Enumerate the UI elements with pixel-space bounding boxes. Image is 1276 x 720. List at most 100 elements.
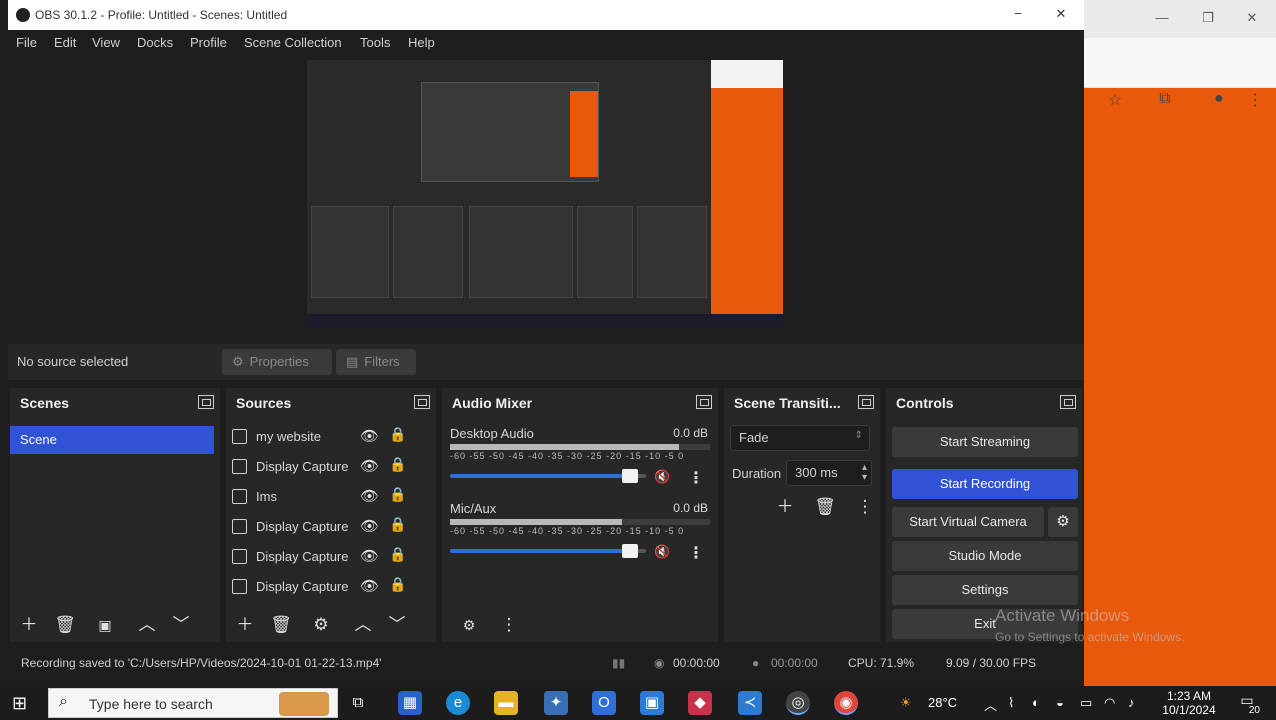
minimize-icon[interactable]: —	[1152, 10, 1172, 28]
duration-spinbox[interactable]: 300 ms ▴ ▾	[786, 460, 872, 486]
source-item[interactable]: Display Capture 👁 🔒	[226, 542, 422, 572]
app-icon[interactable]: ✦	[544, 691, 568, 715]
move-up-icon[interactable]: ︿	[352, 614, 374, 636]
wifi-icon[interactable]: ◠	[1104, 695, 1115, 711]
desktop-audio-volume-slider[interactable]	[450, 469, 646, 483]
background-browser-window[interactable]: — ❐ ✕ ☆ ⧉ ● ⋮	[1084, 0, 1276, 686]
undock-icon[interactable]	[198, 395, 214, 409]
menu-scene-collection[interactable]: Scene Collection	[244, 35, 342, 50]
start-streaming-button[interactable]: Start Streaming	[892, 427, 1078, 457]
filters-button[interactable]: ▤ Filters	[336, 349, 416, 375]
lock-icon[interactable]: 🔒	[389, 516, 406, 533]
notifications-icon[interactable]: ▭ 20	[1234, 692, 1262, 716]
undock-icon[interactable]	[696, 395, 712, 409]
start-recording-button[interactable]: Start Recording	[892, 469, 1078, 499]
mixer-menu-icon[interactable]: ⋮	[498, 614, 520, 636]
file-explorer-icon[interactable]: ▬	[494, 691, 518, 715]
add-scene-icon[interactable]: ＋	[18, 614, 40, 636]
network-icon[interactable]: ⌇	[1008, 695, 1014, 711]
tray-app-icon[interactable]: ◐	[1032, 695, 1040, 710]
settings-button[interactable]: Settings	[892, 575, 1078, 605]
eye-icon[interactable]: 👁	[360, 457, 379, 475]
menu-view[interactable]: View	[92, 35, 120, 50]
obs-taskbar-icon[interactable]: ◎	[786, 691, 810, 715]
menu-edit[interactable]: Edit	[54, 35, 76, 50]
lock-icon[interactable]: 🔒	[389, 486, 406, 503]
outlook-icon[interactable]: O	[592, 691, 616, 715]
lock-icon[interactable]: 🔒	[389, 456, 406, 473]
scene-filters-icon[interactable]: ▣	[94, 614, 116, 636]
lock-icon[interactable]: 🔒	[389, 546, 406, 563]
lock-icon[interactable]: 🔒	[389, 576, 406, 593]
source-item[interactable]: Display Capture 👁 🔒	[226, 512, 422, 542]
mic-aux-volume-slider[interactable]	[450, 544, 646, 558]
source-item[interactable]: Display Capture 👁 🔒	[226, 572, 422, 602]
eye-icon[interactable]: 👁	[360, 487, 379, 505]
kebab-menu-icon[interactable]: ⋮	[688, 468, 704, 488]
advanced-audio-icon[interactable]: ⚙	[458, 614, 480, 636]
scene-list-item[interactable]: Scene	[10, 426, 214, 454]
profile-icon[interactable]: ●	[1208, 90, 1230, 112]
lock-icon[interactable]: 🔒	[389, 426, 406, 443]
eye-icon[interactable]: 👁	[360, 577, 379, 595]
menu-profile[interactable]: Profile	[190, 35, 227, 50]
remove-scene-icon[interactable]: 🗑	[54, 614, 76, 636]
app-icon[interactable]: ◆	[688, 691, 712, 715]
windows-start-icon[interactable]: ⊞	[12, 693, 34, 713]
vscode-icon[interactable]: ≺	[738, 691, 762, 715]
source-item[interactable]: Display Capture 👁 🔒	[226, 452, 422, 482]
remove-source-icon[interactable]: 🗑	[270, 614, 292, 636]
taskbar-clock[interactable]: 1:23 AM 10/1/2024	[1160, 689, 1218, 717]
source-item[interactable]: my website 👁 🔒	[226, 422, 422, 452]
restore-icon[interactable]: ❐	[1198, 10, 1218, 28]
speaker-muted-icon[interactable]: 🔇	[654, 469, 670, 485]
tray-app-icon[interactable]: ◒	[1056, 695, 1064, 710]
close-icon[interactable]: ✕	[1242, 10, 1262, 28]
move-down-icon[interactable]: ﹀	[386, 614, 408, 636]
source-properties-icon[interactable]: ⚙	[310, 614, 332, 636]
add-transition-icon[interactable]: ＋	[774, 496, 796, 518]
undock-icon[interactable]	[1060, 395, 1076, 409]
weather-icon[interactable]: ☀	[900, 695, 912, 711]
bookmark-star-icon[interactable]: ☆	[1104, 90, 1126, 112]
volume-icon[interactable]: ♪	[1128, 695, 1135, 710]
weather-temp[interactable]: 28°C	[928, 695, 957, 710]
taskbar-search-box[interactable]: ⌕ Type here to search	[48, 688, 338, 718]
kebab-menu-icon[interactable]: ⋮	[688, 543, 704, 563]
menu-docks[interactable]: Docks	[137, 35, 173, 50]
move-up-icon[interactable]: ︿	[136, 614, 158, 636]
studio-mode-button[interactable]: Studio Mode	[892, 541, 1078, 571]
speaker-muted-icon[interactable]: 🔇	[654, 544, 670, 560]
menu-file[interactable]: File	[16, 35, 37, 50]
eye-icon[interactable]: 👁	[360, 427, 379, 445]
extensions-icon[interactable]: ⧉	[1154, 90, 1176, 112]
preview-canvas[interactable]	[307, 60, 783, 328]
store-icon[interactable]: ▦	[398, 691, 422, 715]
move-down-icon[interactable]: ﹀	[170, 614, 192, 636]
browser-menu-icon[interactable]: ⋮	[1244, 90, 1266, 112]
transition-menu-icon[interactable]: ⋮	[854, 496, 876, 518]
start-virtual-camera-button[interactable]: Start Virtual Camera	[892, 507, 1044, 537]
add-source-icon[interactable]: ＋	[234, 614, 256, 636]
undock-icon[interactable]	[414, 395, 430, 409]
show-hidden-icons-icon[interactable]: ︿	[984, 695, 997, 714]
minimize-button[interactable]: −	[1008, 6, 1028, 24]
menu-tools[interactable]: Tools	[360, 35, 390, 50]
remove-transition-icon[interactable]: 🗑	[814, 496, 836, 518]
edge-icon[interactable]: e	[446, 691, 470, 715]
eye-icon[interactable]: 👁	[360, 517, 379, 535]
properties-button[interactable]: ⚙ Properties	[222, 349, 332, 375]
menu-help[interactable]: Help	[408, 35, 435, 50]
source-item[interactable]: Ims 👁 🔒	[226, 482, 422, 512]
app-icon[interactable]: ▣	[640, 691, 664, 715]
chrome-icon[interactable]: ◉	[834, 691, 858, 715]
close-button[interactable]: ✕	[1051, 6, 1071, 24]
battery-icon[interactable]: ▭	[1080, 695, 1092, 711]
undock-icon[interactable]	[858, 395, 874, 409]
eye-icon[interactable]: 👁	[360, 547, 379, 565]
preview-area[interactable]	[8, 54, 1084, 344]
task-view-icon[interactable]: ⧉	[346, 691, 370, 715]
spin-arrows-icon[interactable]: ▴ ▾	[862, 463, 867, 483]
transition-type-select[interactable]: Fade ⇕	[730, 425, 870, 451]
virtual-camera-settings-icon[interactable]: ⚙	[1048, 507, 1078, 537]
